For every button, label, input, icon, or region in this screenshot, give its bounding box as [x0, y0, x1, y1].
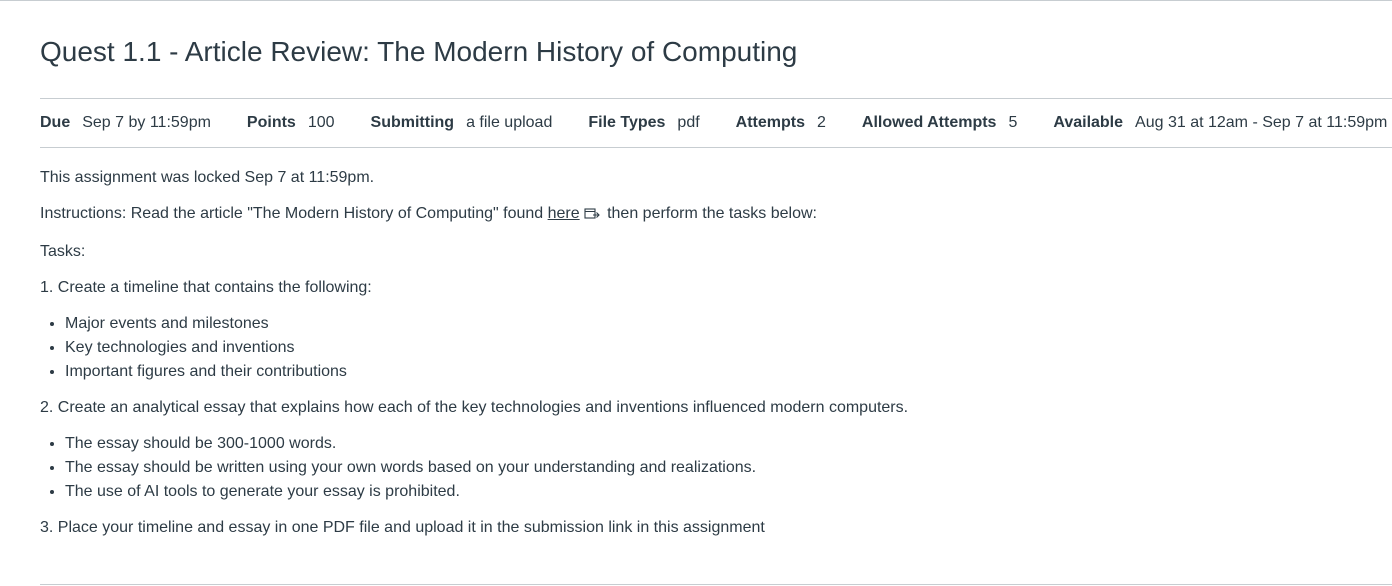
- detail-points: Points 100: [247, 114, 335, 132]
- assignment-description: This assignment was locked Sep 7 at 11:5…: [40, 166, 1360, 552]
- locked-message: This assignment was locked Sep 7 at 11:5…: [40, 169, 375, 186]
- detail-attempts: Attempts 2: [736, 114, 826, 132]
- top-divider: [0, 0, 1392, 1]
- page-title: Quest 1.1 - Article Review: The Modern H…: [40, 36, 798, 67]
- detail-due-value: Sep 7 by 11:59pm: [82, 114, 211, 131]
- detail-available-label: Available: [1053, 114, 1124, 131]
- list-item: Key technologies and inventions: [65, 336, 1360, 360]
- assignment-details-bar: Due Sep 7 by 11:59pm Points 100 Submitti…: [40, 98, 1392, 148]
- detail-attempts-label: Attempts: [735, 114, 806, 131]
- detail-attempts-value: 2: [817, 114, 826, 131]
- list-item: The essay should be 300-1000 words.: [65, 432, 1360, 456]
- article-link[interactable]: here: [548, 205, 580, 222]
- detail-available: Available Aug 31 at 12am - Sep 7 at 11:5…: [1053, 114, 1387, 132]
- task-3-text: 3. Place your timeline and essay in one …: [40, 519, 765, 536]
- detail-allowed-attempts-label: Allowed Attempts: [861, 114, 997, 131]
- list-item: The essay should be written using your o…: [65, 456, 1360, 480]
- list-item: Important figures and their contribution…: [65, 360, 1360, 384]
- detail-file-types-value: pdf: [677, 114, 700, 131]
- instructions-paragraph: Instructions: Read the article "The Mode…: [40, 202, 1360, 228]
- detail-points-label: Points: [246, 114, 296, 131]
- detail-allowed-attempts: Allowed Attempts 5: [862, 114, 1017, 132]
- external-link-icon[interactable]: [584, 204, 600, 228]
- detail-file-types: File Types pdf: [588, 114, 699, 132]
- detail-submitting-value: a file upload: [466, 114, 553, 131]
- task-2-list: The essay should be 300-1000 words. The …: [40, 432, 1360, 504]
- detail-due: Due Sep 7 by 11:59pm: [40, 114, 211, 132]
- bottom-divider: [40, 584, 1392, 585]
- detail-allowed-attempts-value: 5: [1008, 114, 1018, 131]
- detail-submitting-label: Submitting: [370, 114, 455, 131]
- detail-due-label: Due: [40, 114, 71, 131]
- detail-points-value: 100: [307, 114, 335, 131]
- instructions-text-before: Instructions: Read the article "The Mode…: [40, 205, 548, 222]
- tasks-heading: Tasks:: [40, 243, 86, 260]
- instructions-text-after: then perform the tasks below:: [602, 205, 817, 222]
- detail-file-types-label: File Types: [588, 114, 666, 131]
- task-1-list: Major events and milestones Key technolo…: [40, 312, 1360, 384]
- detail-available-value: Aug 31 at 12am - Sep 7 at 11:59pm: [1135, 114, 1388, 131]
- detail-submitting: Submitting a file upload: [371, 114, 553, 132]
- task-1-text: 1. Create a timeline that contains the f…: [40, 279, 372, 296]
- list-item: The use of AI tools to generate your ess…: [65, 480, 1360, 504]
- list-item: Major events and milestones: [65, 312, 1360, 336]
- task-2-text: 2. Create an analytical essay that expla…: [40, 399, 909, 416]
